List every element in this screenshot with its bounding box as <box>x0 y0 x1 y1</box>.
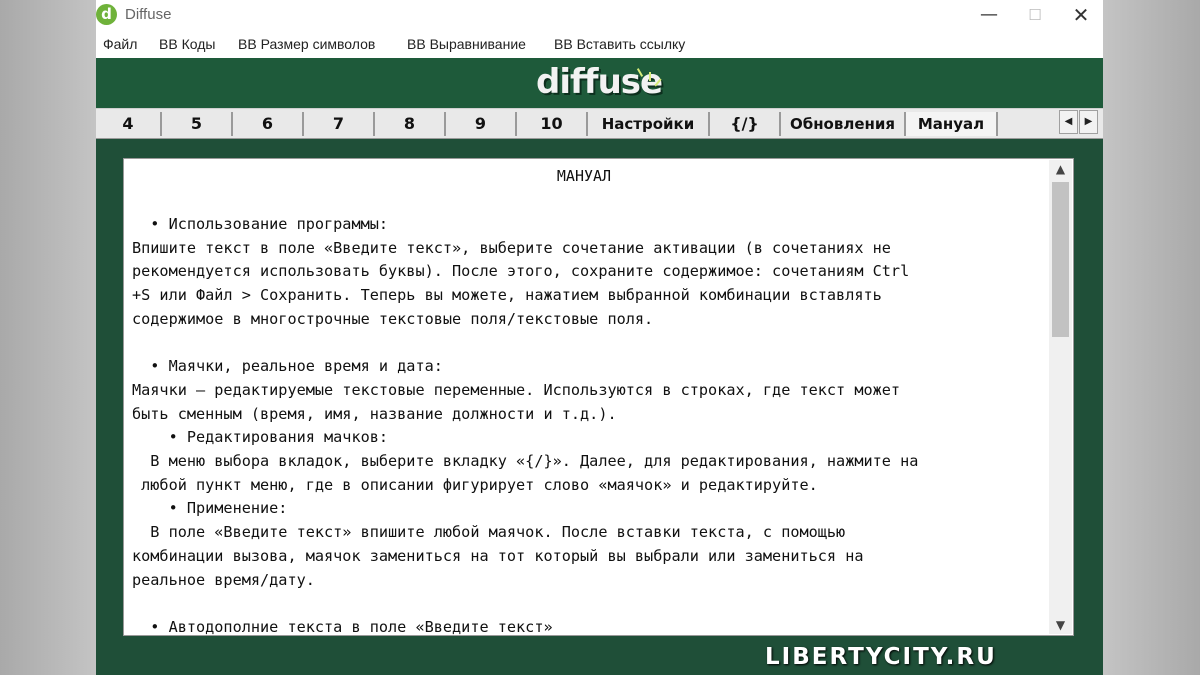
tab-4[interactable]: 4 <box>96 112 162 136</box>
manual-line: быть сменным (время, имя, название должн… <box>132 404 617 423</box>
manual-line: содержимое в многострочные текстовые пол… <box>132 309 654 328</box>
manual-line: • Автодополние текста в поле «Введите те… <box>132 617 553 636</box>
tab-manual[interactable]: Мануал <box>906 112 998 136</box>
title-bar: d Diffuse — ☐ ✕ <box>96 0 1103 31</box>
tab-9[interactable]: 9 <box>446 112 517 136</box>
scroll-down-icon[interactable]: ▼ <box>1049 616 1072 634</box>
menu-bb-codes[interactable]: BB Коды <box>159 36 215 52</box>
manual-title: МАНУАЛ <box>556 167 612 185</box>
tab-updates[interactable]: Обновления <box>781 112 906 136</box>
menu-bb-font-size[interactable]: BB Размер символов <box>238 36 375 52</box>
manual-line: • Использование программы: <box>132 215 389 233</box>
minimize-button[interactable]: — <box>966 0 1012 31</box>
brand-banner: diffuse <box>96 58 1103 108</box>
background-left <box>0 0 96 675</box>
vertical-scrollbar[interactable]: ▲ ▼ <box>1049 160 1072 634</box>
manual-line: • Маячки, реальное время и дата: <box>132 357 443 376</box>
manual-line: В поле «Введите текст» впишите любой мая… <box>132 523 846 542</box>
app-window: d Diffuse — ☐ ✕ Файл BB Коды BB Размер с… <box>96 0 1103 675</box>
tab-scroll-left-icon[interactable]: ◀ <box>1059 110 1078 134</box>
manual-line: +S или Файл > Сохранить. Теперь вы может… <box>132 286 882 305</box>
manual-text-area[interactable]: МАНУАЛ • Использование программы: Впишит… <box>123 158 1074 636</box>
menu-bb-insert-link[interactable]: BB Вставить ссылку <box>554 36 685 52</box>
tab-settings[interactable]: Настройки <box>588 112 710 136</box>
tab-8[interactable]: 8 <box>375 112 446 136</box>
menu-bar: Файл BB Коды BB Размер символов BB Вырав… <box>96 31 1103 58</box>
window-title: Diffuse <box>125 6 172 23</box>
scroll-up-icon[interactable]: ▲ <box>1049 160 1072 178</box>
manual-line: любой пункт меню, где в описании фигурир… <box>132 475 818 494</box>
maximize-button[interactable]: ☐ <box>1012 0 1058 31</box>
manual-line: комбинации вызова, маячок замениться на … <box>132 546 864 565</box>
diffuse-logo: diffuse <box>536 62 663 102</box>
manual-line: Впишите текст в поле «Введите текст», вы… <box>132 238 891 257</box>
tab-5[interactable]: 5 <box>162 112 233 136</box>
site-watermark: LIBERTYCITY.RU <box>765 644 997 670</box>
tab-10[interactable]: 10 <box>517 112 588 136</box>
tab-bar: 4 5 6 7 8 9 10 Настройки {/} Обновления … <box>96 108 1103 139</box>
manual-line: В меню выбора вкладок, выберите вкладку … <box>132 452 919 471</box>
tab-scroll-right-icon[interactable]: ▶ <box>1079 110 1098 134</box>
manual-body: • Использование программы: Впишите текст… <box>132 213 1047 640</box>
tab-6[interactable]: 6 <box>233 112 304 136</box>
manual-line: Маячки — редактируемые текстовые перемен… <box>132 380 901 399</box>
scrollbar-thumb[interactable] <box>1052 182 1069 337</box>
background-right <box>1103 0 1200 675</box>
manual-line: • Применение: <box>132 499 288 518</box>
diffuse-app-icon: d <box>96 4 117 25</box>
tab-variables[interactable]: {/} <box>710 112 781 136</box>
manual-line: рекомендуется использовать буквы). После… <box>132 262 910 281</box>
menu-file[interactable]: Файл <box>103 36 137 52</box>
menu-bb-alignment[interactable]: BB Выравнивание <box>407 36 526 52</box>
close-button[interactable]: ✕ <box>1058 0 1103 31</box>
manual-line: • Редактирования мачков: <box>132 428 389 447</box>
logo-spark-icon <box>649 72 651 81</box>
manual-line: реальное время/дату. <box>132 570 315 589</box>
tab-7[interactable]: 7 <box>304 112 375 136</box>
